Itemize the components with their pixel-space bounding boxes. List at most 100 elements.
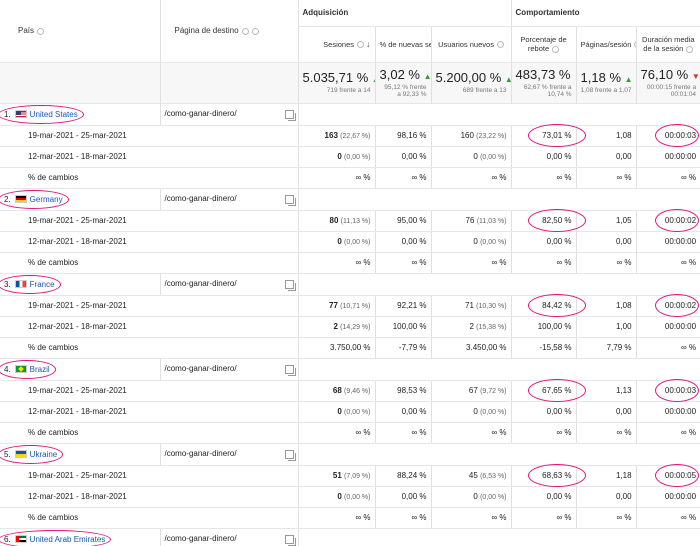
help-icon[interactable] <box>241 27 249 35</box>
bounce-rate-value: 0,00 % <box>511 146 577 168</box>
copy-icon[interactable] <box>284 535 296 546</box>
landing-cell: /como-ganar-dinero/ <box>160 273 299 296</box>
period-row-previous: 12-mar-2021 - 18-mar-2021 0 (0,00 %) 0,0… <box>0 231 700 253</box>
copy-icon[interactable] <box>284 365 296 376</box>
period-row-current: 19-mar-2021 - 25-mar-2021 68 (9,46 %) 98… <box>0 380 700 402</box>
remove-dimension-icon[interactable] <box>251 27 259 35</box>
pages-session-change: ∞ % <box>576 167 637 189</box>
help-icon[interactable] <box>686 45 694 53</box>
copy-icon[interactable] <box>284 195 296 206</box>
country-row: 2. Germany /como-ganar-dinero/ <box>0 188 700 211</box>
avg-duration-change: ∞ % <box>636 507 700 529</box>
col-header-sessions[interactable]: Sesiones ↓ <box>298 26 376 63</box>
sessions-value: 77 (10,71 %) <box>298 295 376 317</box>
period-label: 12-mar-2021 - 18-mar-2021 <box>0 316 299 338</box>
landing-cell: /como-ganar-dinero/ <box>160 103 299 126</box>
landing-cell: /como-ganar-dinero/ <box>160 443 299 466</box>
col-header-new-users[interactable]: Usuarios nuevos <box>431 26 512 63</box>
sessions-value: 51 (7,09 %) <box>298 465 376 487</box>
country-cell: 3. France <box>0 273 161 296</box>
sort-desc-icon[interactable]: ↓ <box>366 39 371 49</box>
new-users-change: 3.450,00 % <box>431 337 512 359</box>
row-index: 5. <box>4 449 11 459</box>
flag-icon <box>14 195 27 204</box>
avg-duration-change: ∞ % <box>636 252 700 274</box>
bounce-rate-change: ∞ % <box>511 252 577 274</box>
col-header-new-sessions-pct[interactable]: % de nuevas sesiones <box>375 26 432 63</box>
sessions-value: 0 (0,00 %) <box>298 401 376 423</box>
flag-icon <box>14 535 27 544</box>
country-cell: 6. United Arab Emirates <box>0 528 161 546</box>
landing-page: /como-ganar-dinero/ <box>164 194 237 203</box>
copy-icon[interactable] <box>284 280 296 291</box>
country-link[interactable]: United States <box>30 110 78 119</box>
group-behavior: Comportamiento <box>511 0 700 27</box>
col-header-landing[interactable]: Página de destino <box>160 0 299 63</box>
country-row: 4. Brazil /como-ganar-dinero/ <box>0 358 700 381</box>
total-pages-session: 1,18 % ▲ 1,08 frente a 1,07 <box>576 62 637 104</box>
new-sessions-pct-value: 98,16 % <box>375 125 432 147</box>
period-row-current: 19-mar-2021 - 25-mar-2021 163 (22,67 %) … <box>0 125 700 147</box>
col-header-pages-session[interactable]: Páginas/sesión <box>576 26 637 63</box>
sessions-change: ∞ % <box>298 167 376 189</box>
sessions-value: 0 (0,00 %) <box>298 146 376 168</box>
avg-duration-change: ∞ % <box>636 167 700 189</box>
bounce-rate-value: 100,00 % <box>511 316 577 338</box>
period-row-current: 19-mar-2021 - 25-mar-2021 51 (7,09 %) 88… <box>0 465 700 487</box>
period-label: 19-mar-2021 - 25-mar-2021 <box>0 380 299 402</box>
row-index: 4. <box>4 364 11 374</box>
sessions-value: 163 (22,67 %) <box>298 125 376 147</box>
landing-page: /como-ganar-dinero/ <box>164 534 237 543</box>
country-link[interactable]: Brazil <box>30 365 50 374</box>
copy-icon[interactable] <box>284 110 296 121</box>
country-link[interactable]: United Arab Emirates <box>30 535 106 544</box>
landing-cell: /como-ganar-dinero/ <box>160 188 299 211</box>
new-sessions-pct-value: 0,00 % <box>375 231 432 253</box>
col-header-country[interactable]: País <box>0 0 161 63</box>
arrow-up-icon: ▲ <box>505 75 510 84</box>
new-users-change: ∞ % <box>431 167 512 189</box>
avg-duration-value: 00:00:03 <box>636 380 700 402</box>
landing-cell: /como-ganar-dinero/ <box>160 358 299 381</box>
sessions-change: ∞ % <box>298 507 376 529</box>
period-row-previous: 12-mar-2021 - 18-mar-2021 2 (14,29 %) 10… <box>0 316 700 338</box>
country-cell: 4. Brazil <box>0 358 161 381</box>
help-icon[interactable] <box>357 41 364 49</box>
period-row-previous: 12-mar-2021 - 18-mar-2021 0 (0,00 %) 0,0… <box>0 146 700 168</box>
new-users-value: 67 (9,72 %) <box>431 380 512 402</box>
help-icon[interactable] <box>496 41 504 49</box>
country-link[interactable]: Germany <box>30 195 63 204</box>
help-icon[interactable] <box>552 45 560 53</box>
analytics-report: País Página de destino Adquisición Compo… <box>0 0 700 546</box>
help-icon[interactable] <box>37 27 45 35</box>
row-index: 1. <box>4 109 11 119</box>
change-row: % de cambios ∞ % ∞ % ∞ % ∞ % ∞ % ∞ % <box>0 422 700 444</box>
pages-session-change: ∞ % <box>576 422 637 444</box>
col-header-avg-duration[interactable]: Duración media de la sesión <box>636 26 700 63</box>
avg-duration-value: 00:00:05 <box>636 465 700 487</box>
new-users-value: 45 (6,53 %) <box>431 465 512 487</box>
change-row: % de cambios ∞ % ∞ % ∞ % ∞ % ∞ % ∞ % <box>0 252 700 274</box>
sessions-value: 2 (14,29 %) <box>298 316 376 338</box>
country-link[interactable]: Ukraine <box>30 450 58 459</box>
pages-session-value: 0,00 <box>576 146 637 168</box>
new-users-value: 0 (0,00 %) <box>431 486 512 508</box>
pages-session-value: 1,13 <box>576 380 637 402</box>
period-label: 19-mar-2021 - 25-mar-2021 <box>0 295 299 317</box>
country-link[interactable]: France <box>30 280 55 289</box>
new-sessions-pct-change: ∞ % <box>375 507 432 529</box>
new-users-value: 0 (0,00 %) <box>431 231 512 253</box>
country-cell: 5. Ukraine <box>0 443 161 466</box>
flag-icon <box>14 280 27 289</box>
change-label: % de cambios <box>0 337 299 359</box>
period-row-previous: 12-mar-2021 - 18-mar-2021 0 (0,00 %) 0,0… <box>0 486 700 508</box>
new-sessions-pct-change: ∞ % <box>375 252 432 274</box>
total-sessions: 5.035,71 % ▲719 frente a 14 <box>298 62 376 104</box>
change-row: % de cambios ∞ % ∞ % ∞ % ∞ % ∞ % ∞ % <box>0 167 700 189</box>
copy-icon[interactable] <box>284 450 296 461</box>
sessions-change: 3.750,00 % <box>298 337 376 359</box>
new-sessions-pct-value: 0,00 % <box>375 486 432 508</box>
bounce-rate-change: -15,58 % <box>511 337 577 359</box>
avg-duration-value: 00:00:00 <box>636 146 700 168</box>
col-header-bounce-rate[interactable]: Porcentaje de rebote <box>511 26 577 63</box>
